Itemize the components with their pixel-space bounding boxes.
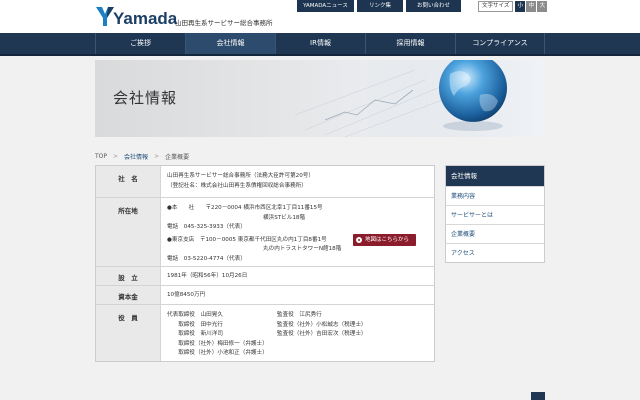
logo-subtitle: 山田再生系サービサー総合事務所 [175, 19, 273, 27]
table-row: 役 員 代表取締役 山田晃久 監査役 江尻秀行 取締役 田中光行 監査役（社外）… [96, 305, 434, 361]
map-pin-icon [356, 237, 362, 243]
row-label-capital: 資本金 [96, 286, 161, 304]
logo-word: Yamada [113, 9, 178, 28]
officer-item: 監査役（社外）吉田宏次（税理士） [277, 331, 367, 337]
officer-item [277, 349, 407, 359]
sidebar-item-access[interactable]: アクセス [446, 243, 544, 262]
officer-item [277, 340, 407, 350]
font-size-small-button[interactable]: 小 [515, 1, 526, 12]
officer-item: 監査役（社外）小松誠志（税理士） [277, 321, 367, 328]
hq-address: ●本 社 〒220－0004 横浜市西区北幸1丁目11番15号 [167, 205, 323, 211]
util-link-contact[interactable]: お問い合わせ [406, 0, 461, 12]
table-row: 所在地 ●本 社 〒220－0004 横浜市西区北幸1丁目11番15号 横浜ST… [96, 198, 434, 267]
sidebar-item-overview[interactable]: 企業概要 [446, 224, 544, 243]
table-row: 資本金 10億8450万円 [96, 286, 434, 305]
gnav-item-compliance[interactable]: コンプライアンス [455, 33, 545, 54]
site-header: Yamada 山田再生系サービサー総合事務所 YAMADAニュース リンク集 お… [0, 0, 640, 33]
officer-item: 取締役 田中光行 [167, 321, 223, 328]
row-label-location: 所在地 [96, 198, 161, 266]
sidebar-item-business[interactable]: 業務内容 [446, 186, 544, 205]
officer-item: 代表取締役 山田晃久 [167, 312, 223, 318]
company-registered-name: （登記社名：株式会社山田再生系債権回収総合事務所） [167, 182, 307, 189]
breadcrumb-current: 企業概要 [165, 153, 190, 161]
util-link-links[interactable]: リンク集 [357, 0, 403, 12]
hero-banner: 会社情報 [95, 60, 545, 137]
gnav-item-company[interactable]: 会社情報 [185, 33, 275, 54]
font-size-label: 文字サイズ [478, 1, 514, 12]
row-label-founded: 設 立 [96, 267, 161, 285]
breadcrumb-top-link[interactable]: TOP [95, 153, 107, 160]
font-size-medium-button[interactable]: 中 [526, 1, 537, 12]
chevron-right-icon: > [154, 152, 160, 160]
global-nav: ご挨拶 会社情報 IR情報 採用情報 コンプライアンス [0, 33, 640, 56]
table-row: 設 立 1981年（昭和56年）10月26日 [96, 267, 434, 286]
sidebar-nav: 会社情報 業務内容 サービサーとは 企業概要 アクセス [445, 165, 545, 263]
gnav-item-ir[interactable]: IR情報 [275, 33, 365, 54]
page-title: 会社情報 [113, 89, 178, 107]
tokyo-phone: 電話 03-5220-4774（代表） [167, 255, 246, 262]
tokyo-address-building: 丸の内トラストタワーN館18階 [263, 246, 342, 252]
gnav-item-recruit[interactable]: 採用情報 [365, 33, 455, 54]
page-top-button[interactable] [531, 392, 545, 400]
map-link-label: 地図はこちらから [365, 237, 410, 243]
row-label-officers: 役 員 [96, 305, 161, 361]
logo-y-mark-icon [96, 7, 114, 26]
officers-list: 代表取締役 山田晃久 監査役 江尻秀行 取締役 田中光行 監査役（社外）小松誠志… [167, 311, 428, 359]
row-value-name: 山田再生系サービサー総合事務所（法務大臣許可第20号） （登記社名：株式会社山田… [161, 166, 434, 197]
breadcrumb-company-link[interactable]: 会社情報 [124, 152, 148, 161]
row-value-founded: 1981年（昭和56年）10月26日 [167, 273, 248, 279]
sidebar-item-servicer[interactable]: サービサーとは [446, 205, 544, 224]
gnav-item-greeting[interactable]: ご挨拶 [95, 33, 185, 54]
row-value-capital: 10億8450万円 [167, 292, 206, 298]
company-name-line: 山田再生系サービサー総合事務所（法務大臣許可第20号） [167, 173, 314, 179]
officer-item: 取締役（社外）梅田修一（弁護士） [167, 340, 268, 347]
chevron-right-icon: > [113, 152, 119, 160]
utility-nav: YAMADAニュース リンク集 お問い合わせ [297, 0, 461, 12]
font-size-large-button[interactable]: 大 [537, 1, 548, 12]
hq-phone: 電話 045-325-3933（代表） [167, 224, 246, 230]
breadcrumb: TOP > 会社情報 > 企業概要 [95, 151, 189, 161]
hq-address-building: 横浜STビル18階 [263, 214, 306, 221]
officer-item: 監査役 江尻秀行 [277, 312, 322, 318]
company-profile-table: 社 名 山田再生系サービサー総合事務所（法務大臣許可第20号） （登記社名：株式… [95, 165, 435, 362]
util-link-news[interactable]: YAMADAニュース [297, 0, 354, 12]
row-value-location: ●本 社 〒220－0004 横浜市西区北幸1丁目11番15号 横浜STビル18… [161, 198, 434, 266]
font-size-switcher: 文字サイズ 小 中 大 [478, 1, 548, 12]
map-link-button[interactable]: 地図はこちらから [353, 234, 416, 246]
row-value-officers: 代表取締役 山田晃久 監査役 江尻秀行 取締役 田中光行 監査役（社外）小松誠志… [161, 305, 434, 361]
row-label-name: 社 名 [96, 166, 161, 197]
table-row: 社 名 山田再生系サービサー総合事務所（法務大臣許可第20号） （登記社名：株式… [96, 166, 434, 198]
officer-item: 取締役 新川洋司 [167, 331, 223, 337]
officer-item: 取締役（社外）小池和正（弁護士） [167, 350, 268, 356]
sidebar-heading[interactable]: 会社情報 [446, 166, 544, 186]
